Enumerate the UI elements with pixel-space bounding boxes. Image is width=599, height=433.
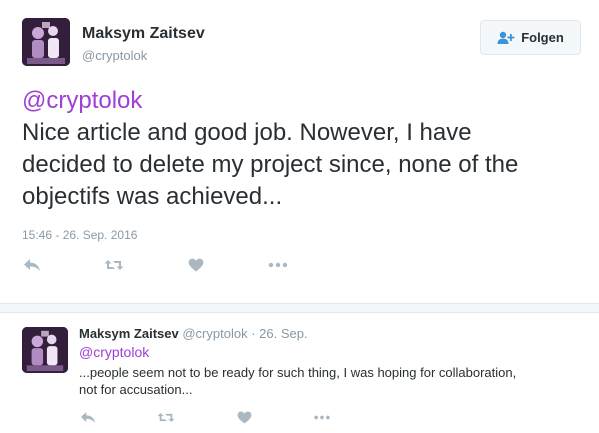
tweet-text-line: objectifs was achieved...: [22, 183, 283, 210]
like-icon: [237, 411, 251, 424]
author-avatar[interactable]: [22, 18, 70, 66]
tweet-actions: [22, 257, 288, 273]
like-button[interactable]: [186, 257, 206, 273]
retweet-icon: [104, 260, 124, 270]
reply-author-handle[interactable]: @cryptolok: [182, 326, 247, 341]
like-icon: [188, 258, 204, 272]
tweet-text-line: decided to delete my project since, none…: [22, 151, 519, 178]
add-user-icon: [497, 31, 515, 44]
more-button[interactable]: [268, 257, 288, 273]
reply-text: ...people seem not to be ready for such …: [79, 364, 579, 398]
tweet-text-line: Nice article and good job. Nowever, I ha…: [22, 119, 472, 146]
like-button[interactable]: [235, 409, 253, 425]
follow-button[interactable]: Folgen: [480, 20, 581, 55]
reply-text-line: not for accusation...: [79, 382, 193, 397]
reply-author-name[interactable]: Maksym Zaitsev: [79, 326, 179, 341]
author-name[interactable]: Maksym Zaitsev: [82, 25, 205, 43]
reply-text-line: ...people seem not to be ready for such …: [79, 365, 517, 380]
retweet-button[interactable]: [157, 409, 175, 425]
reply-actions: [79, 409, 331, 425]
reply-button[interactable]: [79, 409, 97, 425]
avatar-image: [22, 327, 68, 373]
retweet-icon: [157, 412, 175, 422]
more-icon: [314, 415, 330, 419]
tweet-text: @cryptolok Nice article and good job. No…: [22, 85, 582, 213]
reply-date[interactable]: 26. Sep.: [259, 326, 307, 341]
reply-button[interactable]: [22, 257, 42, 273]
author-handle[interactable]: @cryptolok: [82, 48, 147, 63]
reply-separator: ·: [251, 326, 256, 341]
avatar-image: [22, 18, 70, 66]
reply-icon: [80, 411, 96, 423]
more-icon: [268, 262, 288, 268]
retweet-button[interactable]: [104, 257, 124, 273]
reply-icon: [24, 259, 40, 271]
reply-mention[interactable]: @cryptolok: [79, 344, 149, 360]
reply-author-avatar[interactable]: [22, 327, 68, 373]
main-tweet: Maksym Zaitsev @cryptolok Folgen @crypto…: [0, 0, 599, 303]
tweet-mention[interactable]: @cryptolok: [22, 85, 582, 117]
reply-header: Maksym Zaitsev @cryptolok · 26. Sep.: [79, 326, 308, 341]
tweet-timestamp[interactable]: 15:46 - 26. Sep. 2016: [22, 228, 137, 242]
more-button[interactable]: [313, 409, 331, 425]
follow-label: Folgen: [521, 30, 564, 45]
tweet-divider: [0, 303, 599, 313]
